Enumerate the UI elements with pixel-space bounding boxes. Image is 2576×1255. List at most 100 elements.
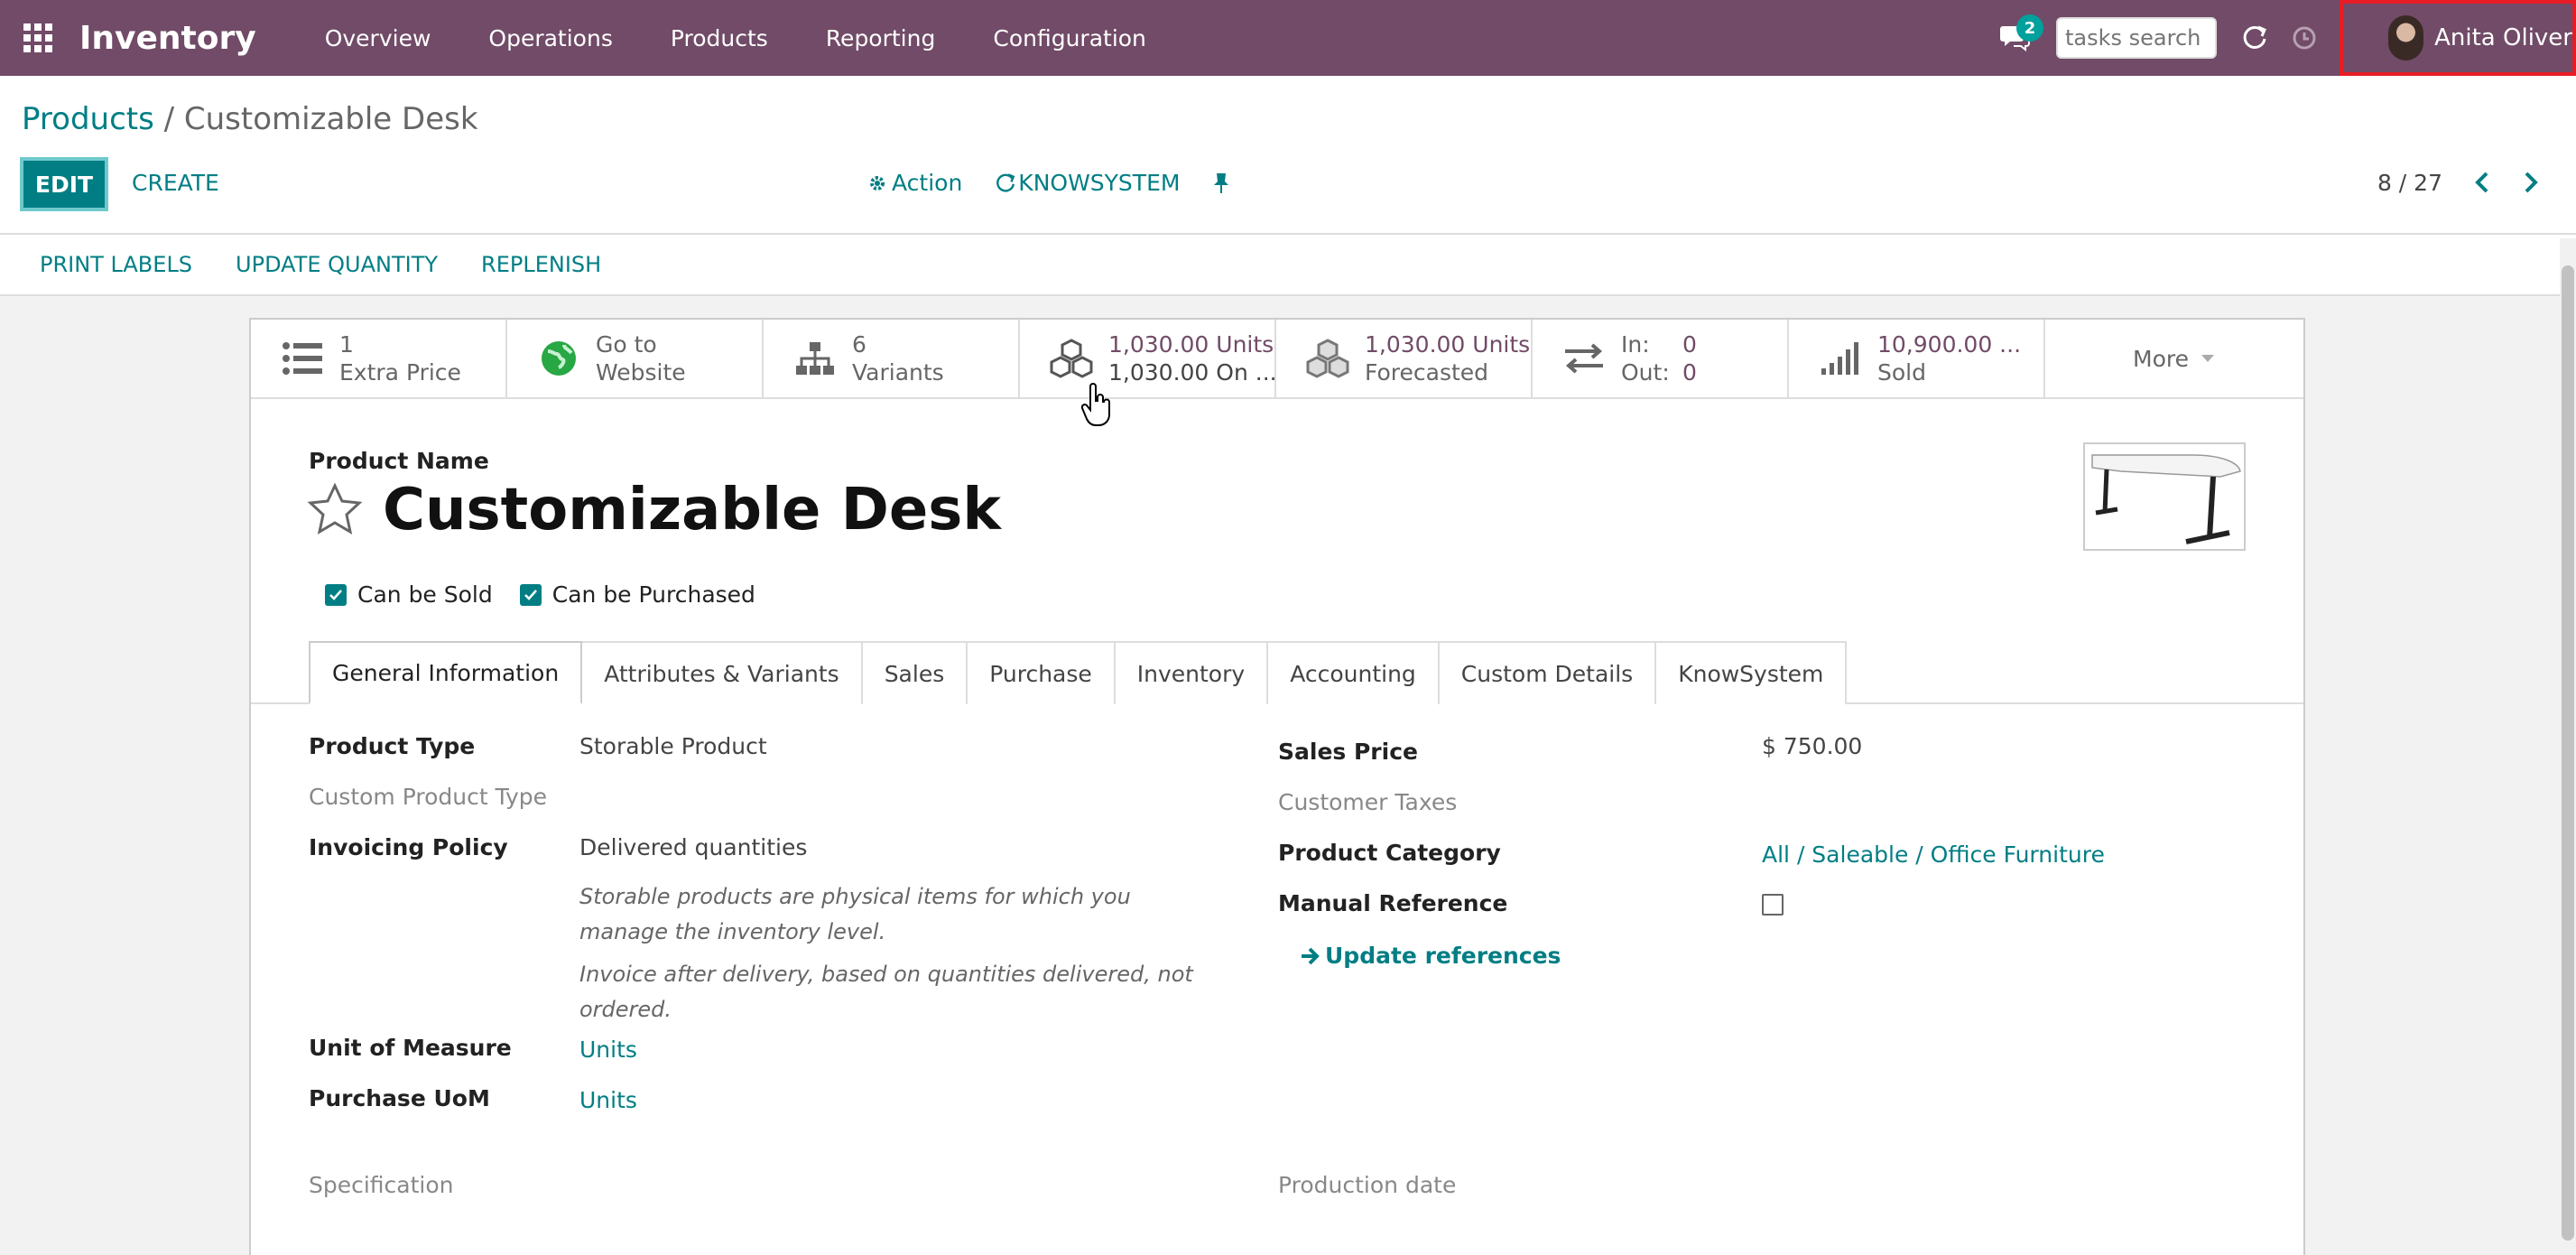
knowsystem-button[interactable]: KNOWSYSTEM	[995, 170, 1180, 196]
manual-reference-label: Manual Reference	[1278, 890, 1508, 916]
variants-label: Variants	[852, 359, 944, 386]
avatar	[2388, 15, 2424, 60]
product-category-field[interactable]: All / Saleable / Office Furniture	[1762, 841, 2105, 868]
invoice-help-text: Invoice after delivery, based on quantit…	[579, 962, 1193, 1022]
purchase-uom-field[interactable]: Units	[579, 1087, 637, 1113]
user-menu[interactable]: Anita Oliver	[2340, 0, 2576, 76]
favorite-star-icon[interactable]	[307, 482, 363, 538]
gear-icon	[870, 175, 885, 191]
extra-price-smart-button[interactable]: 1 Extra Price	[251, 320, 507, 397]
breadcrumb-separator: /	[153, 101, 184, 137]
update-references-label: Update references	[1325, 943, 1561, 969]
product-type-field[interactable]: Storable Product	[579, 733, 767, 759]
apps-menu-icon[interactable]	[0, 0, 76, 76]
arrow-right-icon	[1302, 947, 1320, 964]
manual-reference-checkbox[interactable]	[1762, 894, 1784, 916]
tab-inventory[interactable]: Inventory	[1113, 641, 1269, 704]
sold-value: 10,900.00 ...	[1877, 331, 2022, 358]
unit-of-measure-field[interactable]: Units	[579, 1037, 637, 1063]
forecasted-smart-button[interactable]: 1,030.00 Units Forecasted	[1276, 320, 1533, 397]
can-be-purchased-checkbox[interactable]: Can be Purchased	[519, 581, 755, 608]
menu-overview[interactable]: Overview	[296, 25, 460, 51]
print-labels-button[interactable]: PRINT LABELS	[18, 252, 214, 277]
on-hand-units: 1,030.00 Units	[1108, 331, 1274, 358]
can-be-purchased-label: Can be Purchased	[551, 581, 755, 608]
specification-label: Specification	[309, 1172, 454, 1198]
activity-clock-icon[interactable]	[2282, 11, 2327, 65]
tab-general-information[interactable]: General Information	[309, 641, 583, 704]
knowsystem-label: KNOWSYSTEM	[1018, 170, 1181, 196]
replenish-button[interactable]: REPLENISH	[459, 252, 623, 277]
vertical-scrollbar[interactable]	[2560, 238, 2576, 1255]
website-line1: Go to	[596, 331, 657, 358]
product-name-label: Product Name	[309, 448, 489, 474]
more-dropdown[interactable]: More	[2045, 320, 2302, 397]
pager-previous-button[interactable]	[2464, 164, 2500, 200]
forecasted-units: 1,030.00 Units	[1365, 331, 1531, 358]
breadcrumb: Products / Customizable Desk	[22, 101, 478, 137]
hand-pointer-cursor-icon	[1080, 383, 1110, 426]
top-navbar: Inventory Overview Operations Products R…	[0, 0, 2576, 76]
sales-price-label: Sales Price	[1278, 739, 1418, 765]
refresh-icon[interactable]	[2228, 11, 2282, 65]
in-label: In:	[1621, 331, 1650, 358]
sitemap-icon	[791, 334, 839, 383]
menu-operations[interactable]: Operations	[459, 25, 641, 51]
pager-value: 8 / 27	[2377, 170, 2442, 196]
product-type-label: Product Type	[309, 733, 476, 759]
breadcrumb-products-link[interactable]: Products	[22, 101, 154, 137]
check-icon	[519, 583, 542, 606]
go-to-website-smart-button[interactable]: Go to Website	[507, 320, 764, 397]
action-dropdown[interactable]: Action	[868, 170, 962, 196]
variants-smart-button[interactable]: 6 Variants	[764, 320, 1020, 397]
cubes-icon	[1303, 334, 1352, 383]
tasks-search-input[interactable]	[2056, 17, 2217, 59]
on-hand-smart-button[interactable]: 1,030.00 Units 1,030.00 On ...	[1020, 320, 1276, 397]
sales-price-field[interactable]: $ 750.00	[1762, 733, 1862, 759]
chevron-right-icon	[2525, 172, 2538, 193]
purchase-uom-label: Purchase UoM	[309, 1085, 490, 1111]
pager-next-button[interactable]	[2513, 164, 2549, 200]
scroll-thumb[interactable]	[2562, 265, 2574, 1241]
chevron-left-icon	[2475, 172, 2488, 193]
variants-count: 6	[852, 331, 866, 358]
production-date-label: Production date	[1278, 1172, 1457, 1198]
exchange-icon	[1560, 334, 1608, 383]
tab-purchase[interactable]: Purchase	[966, 641, 1116, 704]
notebook-tabs: General Information Attributes & Variant…	[309, 641, 1848, 704]
can-be-sold-checkbox[interactable]: Can be Sold	[325, 581, 493, 608]
breadcrumb-current: Customizable Desk	[183, 101, 478, 137]
chat-icon[interactable]: 2	[1993, 14, 2043, 60]
create-button[interactable]: CREATE	[132, 170, 219, 196]
app-name[interactable]: Inventory	[79, 20, 256, 57]
in-out-smart-button[interactable]: In: 0 Out: 0	[1533, 320, 1789, 397]
customer-taxes-label: Customer Taxes	[1278, 789, 1458, 815]
on-hand-label: 1,030.00 On ...	[1108, 359, 1274, 386]
desk-image	[2091, 454, 2241, 544]
control-panel: Products / Customizable Desk EDIT CREATE…	[0, 76, 2576, 235]
pin-button[interactable]	[1212, 172, 1230, 195]
update-quantity-button[interactable]: UPDATE QUANTITY	[214, 252, 459, 277]
menu-reporting[interactable]: Reporting	[797, 25, 965, 51]
can-be-sold-label: Can be Sold	[357, 581, 493, 608]
update-references-button[interactable]: Update references	[1300, 943, 1561, 969]
edit-button[interactable]: EDIT	[20, 157, 108, 211]
menu-configuration[interactable]: Configuration	[964, 25, 1175, 51]
action-label: Action	[892, 170, 963, 196]
product-name: Customizable Desk	[383, 477, 1001, 544]
caret-down-icon	[2201, 355, 2214, 362]
sold-smart-button[interactable]: 10,900.00 ... Sold	[1789, 320, 2045, 397]
invoicing-policy-field[interactable]: Delivered quantities	[579, 834, 807, 860]
product-image[interactable]	[2083, 442, 2246, 551]
smart-buttons: 1 Extra Price Go to Website 6 Variants 1,03…	[251, 320, 2303, 399]
tab-knowsystem[interactable]: KnowSystem	[1654, 641, 1848, 704]
menu-products[interactable]: Products	[642, 25, 797, 51]
tab-custom-details[interactable]: Custom Details	[1437, 641, 1657, 704]
signal-icon	[1816, 334, 1865, 383]
custom-product-type-label: Custom Product Type	[309, 784, 548, 810]
tab-sales[interactable]: Sales	[860, 641, 968, 704]
refresh-icon	[996, 172, 1015, 192]
tab-accounting[interactable]: Accounting	[1266, 641, 1440, 704]
out-label: Out:	[1621, 359, 1670, 386]
tab-attributes-variants[interactable]: Attributes & Variants	[580, 641, 863, 704]
